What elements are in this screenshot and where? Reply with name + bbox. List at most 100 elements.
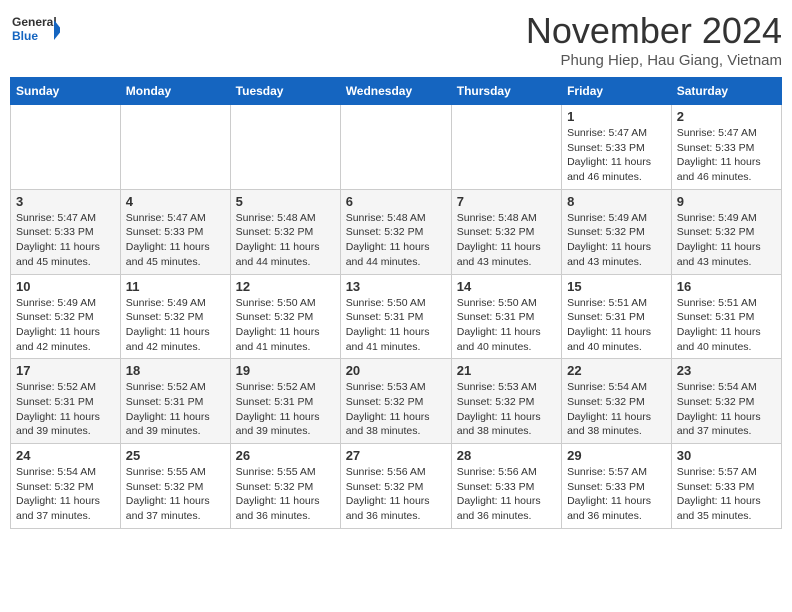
day-cell-3-5: 22 Sunrise: 5:54 AM Sunset: 5:32 PM Dayli… [562,359,672,444]
day-info: Sunrise: 5:52 AM Sunset: 5:31 PM Dayligh… [236,380,335,439]
day-number: 5 [236,194,335,209]
calendar-body: 1 Sunrise: 5:47 AM Sunset: 5:33 PM Daylig… [11,105,782,529]
day-cell-0-4 [451,105,561,190]
day-cell-0-0 [11,105,121,190]
day-number: 29 [567,448,666,463]
day-number: 8 [567,194,666,209]
day-info: Sunrise: 5:49 AM Sunset: 5:32 PM Dayligh… [126,296,225,355]
logo-svg: General Blue [10,10,60,55]
day-cell-0-1 [120,105,230,190]
day-info: Sunrise: 5:57 AM Sunset: 5:33 PM Dayligh… [677,465,776,524]
day-number: 16 [677,279,776,294]
day-number: 2 [677,109,776,124]
day-info: Sunrise: 5:53 AM Sunset: 5:32 PM Dayligh… [457,380,556,439]
day-cell-4-3: 27Sunrise: 5:56 AM Sunset: 5:32 PM Dayli… [340,444,451,529]
header-sunday: Sunday [11,78,121,105]
day-cell-3-3: 20 Sunrise: 5:53 AM Sunset: 5:32 PM Dayli… [340,359,451,444]
day-info: Sunrise: 5:55 AM Sunset: 5:32 PM Dayligh… [236,465,335,524]
day-info: Sunrise: 5:51 AM Sunset: 5:31 PM Dayligh… [567,296,666,355]
day-number: 25 [126,448,225,463]
day-cell-2-0: 10Sunrise: 5:49 AM Sunset: 5:32 PM Dayli… [11,274,121,359]
day-info: Sunrise: 5:50 AM Sunset: 5:31 PM Dayligh… [457,296,556,355]
day-info: Sunrise: 5:51 AM Sunset: 5:31 PM Dayligh… [677,296,776,355]
day-cell-4-2: 26Sunrise: 5:55 AM Sunset: 5:32 PM Dayli… [230,444,340,529]
day-info: Sunrise: 5:48 AM Sunset: 5:32 PM Dayligh… [236,211,335,270]
header-friday: Friday [562,78,672,105]
day-number: 4 [126,194,225,209]
day-info: Sunrise: 5:55 AM Sunset: 5:32 PM Dayligh… [126,465,225,524]
day-info: Sunrise: 5:52 AM Sunset: 5:31 PM Dayligh… [126,380,225,439]
day-number: 20 [346,363,446,378]
day-number: 18 [126,363,225,378]
day-number: 15 [567,279,666,294]
header-tuesday: Tuesday [230,78,340,105]
day-cell-2-6: 16 Sunrise: 5:51 AM Sunset: 5:31 PM Dayli… [671,274,781,359]
day-cell-0-2 [230,105,340,190]
calendar-header-row: SundayMondayTuesdayWednesdayThursdayFrid… [11,78,782,105]
day-info: Sunrise: 5:50 AM Sunset: 5:32 PM Dayligh… [236,296,335,355]
day-cell-2-1: 11 Sunrise: 5:49 AM Sunset: 5:32 PM Dayli… [120,274,230,359]
day-info: Sunrise: 5:47 AM Sunset: 5:33 PM Dayligh… [567,126,666,185]
day-number: 14 [457,279,556,294]
day-cell-3-6: 23 Sunrise: 5:54 AM Sunset: 5:32 PM Dayli… [671,359,781,444]
day-cell-2-3: 13Sunrise: 5:50 AM Sunset: 5:31 PM Dayli… [340,274,451,359]
header-thursday: Thursday [451,78,561,105]
day-cell-0-6: 2Sunrise: 5:47 AM Sunset: 5:33 PM Daylig… [671,105,781,190]
day-cell-3-0: 17 Sunrise: 5:52 AM Sunset: 5:31 PM Dayli… [11,359,121,444]
location-subtitle: Phung Hiep, Hau Giang, Vietnam [526,52,782,69]
day-cell-4-5: 29Sunrise: 5:57 AM Sunset: 5:33 PM Dayli… [562,444,672,529]
day-info: Sunrise: 5:54 AM Sunset: 5:32 PM Dayligh… [567,380,666,439]
day-cell-3-1: 18 Sunrise: 5:52 AM Sunset: 5:31 PM Dayli… [120,359,230,444]
day-number: 21 [457,363,556,378]
day-cell-0-5: 1 Sunrise: 5:47 AM Sunset: 5:33 PM Daylig… [562,105,672,190]
day-info: Sunrise: 5:48 AM Sunset: 5:32 PM Dayligh… [346,211,446,270]
day-cell-4-1: 25 Sunrise: 5:55 AM Sunset: 5:32 PM Dayli… [120,444,230,529]
day-cell-1-3: 6Sunrise: 5:48 AM Sunset: 5:32 PM Daylig… [340,189,451,274]
day-number: 11 [126,279,225,294]
day-number: 12 [236,279,335,294]
day-number: 23 [677,363,776,378]
day-number: 13 [346,279,446,294]
page-header: General Blue November 2024 Phung Hiep, H… [10,10,782,69]
day-info: Sunrise: 5:48 AM Sunset: 5:32 PM Dayligh… [457,211,556,270]
day-cell-1-0: 3Sunrise: 5:47 AM Sunset: 5:33 PM Daylig… [11,189,121,274]
day-number: 1 [567,109,666,124]
day-cell-4-4: 28Sunrise: 5:56 AM Sunset: 5:33 PM Dayli… [451,444,561,529]
day-number: 3 [16,194,115,209]
week-row-2: 3Sunrise: 5:47 AM Sunset: 5:33 PM Daylig… [11,189,782,274]
day-info: Sunrise: 5:52 AM Sunset: 5:31 PM Dayligh… [16,380,115,439]
day-info: Sunrise: 5:53 AM Sunset: 5:32 PM Dayligh… [346,380,446,439]
day-cell-0-3 [340,105,451,190]
day-number: 9 [677,194,776,209]
day-cell-1-2: 5 Sunrise: 5:48 AM Sunset: 5:32 PM Daylig… [230,189,340,274]
day-info: Sunrise: 5:54 AM Sunset: 5:32 PM Dayligh… [677,380,776,439]
day-cell-2-4: 14 Sunrise: 5:50 AM Sunset: 5:31 PM Dayli… [451,274,561,359]
month-title: November 2024 [526,10,782,52]
calendar-table: SundayMondayTuesdayWednesdayThursdayFrid… [10,77,782,529]
day-number: 22 [567,363,666,378]
week-row-3: 10Sunrise: 5:49 AM Sunset: 5:32 PM Dayli… [11,274,782,359]
day-number: 7 [457,194,556,209]
week-row-4: 17 Sunrise: 5:52 AM Sunset: 5:31 PM Dayli… [11,359,782,444]
day-number: 27 [346,448,446,463]
svg-text:Blue: Blue [12,29,38,43]
week-row-5: 24 Sunrise: 5:54 AM Sunset: 5:32 PM Dayli… [11,444,782,529]
day-cell-2-2: 12 Sunrise: 5:50 AM Sunset: 5:32 PM Dayli… [230,274,340,359]
title-area: November 2024 Phung Hiep, Hau Giang, Vie… [526,10,782,69]
header-monday: Monday [120,78,230,105]
day-number: 17 [16,363,115,378]
svg-text:General: General [12,15,57,29]
day-info: Sunrise: 5:54 AM Sunset: 5:32 PM Dayligh… [16,465,115,524]
day-number: 19 [236,363,335,378]
day-number: 24 [16,448,115,463]
day-number: 30 [677,448,776,463]
week-row-1: 1 Sunrise: 5:47 AM Sunset: 5:33 PM Daylig… [11,105,782,190]
day-number: 28 [457,448,556,463]
day-cell-1-5: 8 Sunrise: 5:49 AM Sunset: 5:32 PM Daylig… [562,189,672,274]
logo: General Blue [10,10,60,55]
day-info: Sunrise: 5:49 AM Sunset: 5:32 PM Dayligh… [567,211,666,270]
day-cell-4-6: 30 Sunrise: 5:57 AM Sunset: 5:33 PM Dayli… [671,444,781,529]
day-cell-2-5: 15 Sunrise: 5:51 AM Sunset: 5:31 PM Dayli… [562,274,672,359]
day-cell-3-2: 19 Sunrise: 5:52 AM Sunset: 5:31 PM Dayli… [230,359,340,444]
day-cell-4-0: 24 Sunrise: 5:54 AM Sunset: 5:32 PM Dayli… [11,444,121,529]
